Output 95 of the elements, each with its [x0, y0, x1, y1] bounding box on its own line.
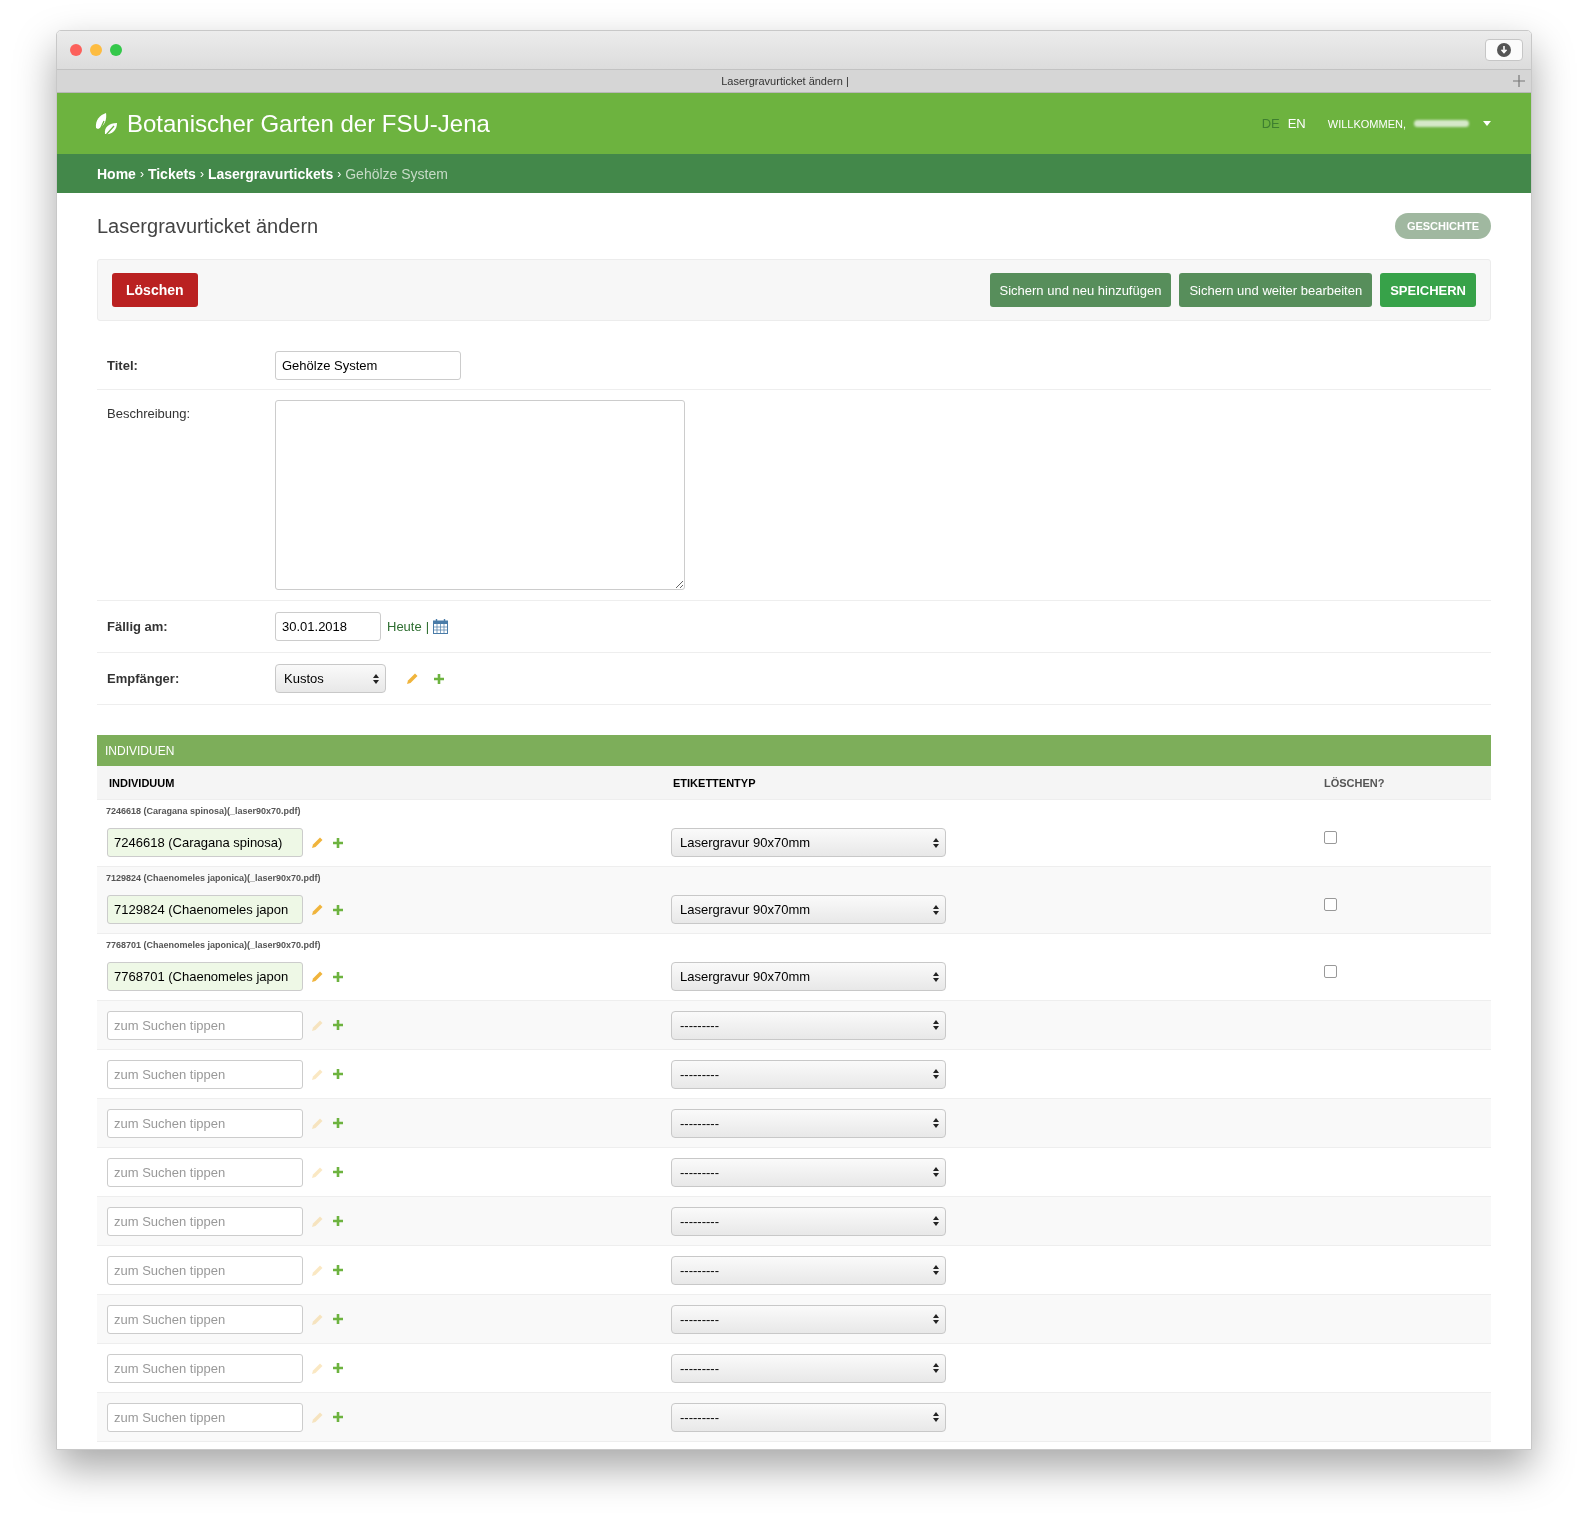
plus-icon[interactable]: [332, 1068, 344, 1080]
save-action-button[interactable]: Sichern und weiter bearbeiten: [1179, 273, 1373, 307]
field-label: Titel:: [107, 357, 139, 373]
separator-text: |: [425, 619, 430, 634]
select-arrows-icon: [933, 1020, 939, 1030]
field-label: Beschreibung:: [107, 405, 192, 421]
delete-button[interactable]: Löschen: [112, 273, 198, 307]
pencil-icon[interactable]: [406, 672, 419, 685]
new-tab-icon[interactable]: [1513, 75, 1525, 87]
plus-icon[interactable]: [332, 1362, 344, 1374]
label-type-select[interactable]: ---------: [671, 1108, 946, 1138]
plus-icon[interactable]: [332, 1411, 344, 1423]
breadcrumb-separator: ›: [139, 166, 144, 181]
plus-icon[interactable]: [332, 1215, 344, 1227]
calendar-icon[interactable]: [433, 619, 449, 634]
select-arrows-icon: [933, 1118, 939, 1128]
select-arrows-icon: [933, 1069, 939, 1079]
label-type-select[interactable]: ---------: [671, 1206, 946, 1236]
select-arrows-icon: [933, 904, 939, 915]
individual-input[interactable]: 7246618 (Caragana spinosa): [107, 828, 303, 857]
search-input[interactable]: zum Suchen tippen: [107, 1255, 303, 1285]
label-type-select[interactable]: ---------: [671, 1010, 946, 1040]
pencil-icon[interactable]: [311, 836, 324, 849]
label-type-select[interactable]: ---------: [671, 1304, 946, 1334]
plus-icon[interactable]: [332, 1264, 344, 1276]
individual-input[interactable]: 7768701 (Chaenomeles japon: [107, 962, 303, 991]
label-type-select[interactable]: Lasergravur 90x70mm: [671, 828, 946, 857]
search-input[interactable]: zum Suchen tippen: [107, 1206, 303, 1236]
section-title: INDIVIDUEN: [105, 743, 175, 758]
search-input[interactable]: zum Suchen tippen: [107, 1304, 303, 1334]
search-input[interactable]: zum Suchen tippen: [107, 1157, 303, 1187]
select-arrows-icon: [933, 1167, 939, 1177]
leaf-icon: [93, 110, 119, 137]
caret-icon[interactable]: [1483, 121, 1491, 126]
search-input[interactable]: zum Suchen tippen: [107, 1108, 303, 1138]
title-input[interactable]: Gehölze System: [275, 350, 461, 380]
individual-input[interactable]: 7129824 (Chaenomeles japon: [107, 895, 303, 924]
breadcrumb-link[interactable]: Home: [97, 165, 136, 182]
plus-icon[interactable]: [332, 970, 344, 983]
plus-icon[interactable]: [332, 1117, 344, 1129]
select-arrows-icon: [933, 1216, 939, 1226]
breadcrumb-link[interactable]: Lasergravurtickets: [207, 165, 334, 182]
pencil-icon[interactable]: [311, 970, 324, 983]
download-button[interactable]: [1485, 39, 1523, 61]
select-arrows-icon: [933, 1412, 939, 1422]
search-input[interactable]: zum Suchen tippen: [107, 1010, 303, 1040]
select-arrows-icon: [933, 971, 939, 982]
row-caption: 7246618 (Caragana spinosa)(_laser90x70.pdf): [105, 805, 302, 818]
plus-icon[interactable]: [332, 1166, 344, 1178]
column-header: INDIVIDUUM: [108, 776, 176, 789]
column-header: ETIKETTENTYP: [672, 776, 757, 789]
today-link[interactable]: Heute: [387, 619, 422, 634]
field-label: Fällig am:: [107, 619, 169, 634]
column-header: LÖSCHEN?: [1323, 776, 1386, 789]
select-arrows-icon: [933, 1314, 939, 1324]
label-type-select[interactable]: Lasergravur 90x70mm: [671, 895, 946, 924]
zoom-icon[interactable]: [110, 44, 122, 56]
delete-checkbox[interactable]: [1324, 831, 1337, 844]
plus-icon[interactable]: [433, 672, 445, 685]
select-arrows-icon: [933, 837, 939, 848]
minimize-icon[interactable]: [90, 44, 102, 56]
page-title: Lasergravurticket ändern: [97, 214, 319, 238]
plus-icon[interactable]: [332, 836, 344, 849]
delete-checkbox[interactable]: [1324, 965, 1337, 978]
select-arrows-icon: [933, 1265, 939, 1275]
row-caption: 7129824 (Chaenomeles japonica)(_laser90x70.pdf): [105, 872, 322, 885]
pencil-icon[interactable]: [311, 903, 324, 916]
label-type-select[interactable]: ---------: [671, 1059, 946, 1089]
delete-checkbox[interactable]: [1324, 898, 1337, 911]
select-arrows-icon: [373, 673, 379, 684]
row-caption: 7768701 (Chaenomeles japonica)(_laser90x70.pdf): [105, 939, 322, 952]
label-type-select[interactable]: ---------: [671, 1353, 946, 1383]
breadcrumb-separator: ›: [199, 166, 204, 181]
label-type-select[interactable]: ---------: [671, 1402, 946, 1432]
search-input[interactable]: zum Suchen tippen: [107, 1402, 303, 1432]
label-type-select[interactable]: ---------: [671, 1255, 946, 1285]
label-type-select[interactable]: Lasergravur 90x70mm: [671, 962, 946, 991]
save-action-button[interactable]: Sichern und neu hinzufügen: [989, 273, 1172, 307]
current-page-text: Gehölze System: [345, 165, 448, 182]
search-input[interactable]: zum Suchen tippen: [107, 1353, 303, 1383]
field-label: Empfänger:: [107, 671, 181, 686]
label-type-select[interactable]: ---------: [671, 1157, 946, 1187]
close-icon[interactable]: [70, 44, 82, 56]
download-icon: [1497, 43, 1511, 57]
blurred-username: [1414, 120, 1469, 127]
plus-icon[interactable]: [332, 1019, 344, 1031]
breadcrumb-link[interactable]: Tickets: [147, 165, 196, 182]
plus-icon[interactable]: [332, 1313, 344, 1325]
welcome-text: WILLKOMMEN,: [1327, 117, 1406, 130]
select-arrows-icon: [933, 1363, 939, 1373]
plus-icon[interactable]: [332, 903, 344, 916]
date-input[interactable]: 30.01.2018: [275, 612, 381, 641]
search-input[interactable]: zum Suchen tippen: [107, 1059, 303, 1089]
recipient-select[interactable]: Kustos: [275, 664, 386, 693]
breadcrumb-separator: ›: [337, 166, 342, 181]
